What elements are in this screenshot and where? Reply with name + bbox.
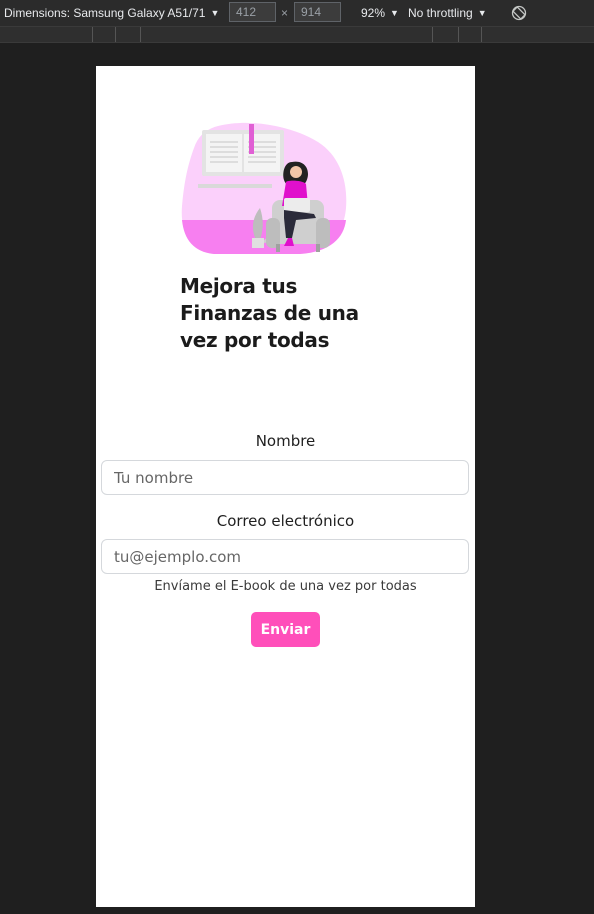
device-selector[interactable]: Dimensions: Samsung Galaxy A51/71 ▼ xyxy=(4,0,219,26)
ruler-tick xyxy=(92,27,93,42)
throttling-label: No throttling xyxy=(408,6,473,20)
chevron-down-icon: ▼ xyxy=(210,8,220,18)
media-query-ruler[interactable] xyxy=(0,26,594,43)
height-input[interactable]: 914 xyxy=(294,2,341,22)
ruler-tick xyxy=(115,27,116,42)
headline: Mejora tus Finanzas de una vez por todas xyxy=(180,274,359,352)
submit-button[interactable]: Enviar xyxy=(251,612,320,647)
device-toolbar: Dimensions: Samsung Galaxy A51/71 ▼ 412 … xyxy=(0,0,594,26)
ruler-tick xyxy=(458,27,459,42)
width-input[interactable]: 412 xyxy=(229,2,276,22)
rotate-icon[interactable] xyxy=(511,5,527,21)
zoom-selector[interactable]: 92% ▼ xyxy=(361,0,399,26)
chevron-down-icon: ▼ xyxy=(477,8,487,18)
throttling-selector[interactable]: No throttling ▼ xyxy=(408,0,487,26)
hero-illustration xyxy=(181,122,347,254)
ruler-tick xyxy=(432,27,433,42)
times-symbol: × xyxy=(281,6,289,20)
email-label: Correo electrónico xyxy=(216,512,355,530)
device-label: Dimensions: Samsung Galaxy A51/71 xyxy=(4,6,206,20)
email-input[interactable] xyxy=(101,539,469,574)
ruler-tick xyxy=(481,27,482,42)
name-input[interactable] xyxy=(101,460,469,495)
ruler-tick xyxy=(140,27,141,42)
device-viewport: Mejora tus Finanzas de una vez por todas… xyxy=(96,66,475,907)
chevron-down-icon: ▼ xyxy=(390,8,399,18)
name-label: Nombre xyxy=(255,432,316,450)
zoom-label: 92% xyxy=(361,6,386,20)
consent-text: Envíame el E-book de una vez por todas xyxy=(154,579,417,594)
